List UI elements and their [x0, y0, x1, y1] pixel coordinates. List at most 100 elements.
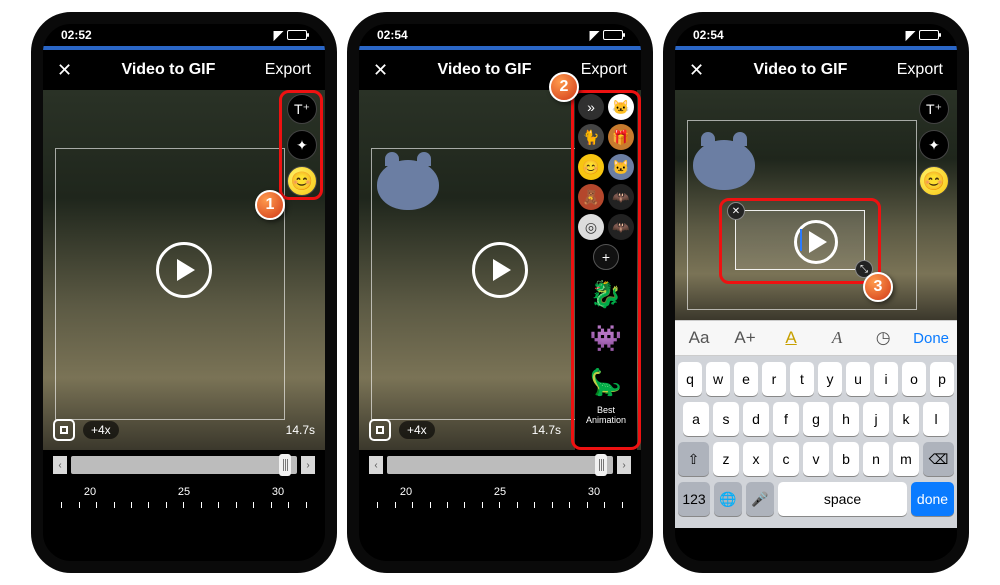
key-t[interactable]: t: [790, 362, 814, 396]
video-canvas[interactable]: T⁺ ✦ 😊 ✕ ⤡ 3: [675, 90, 957, 320]
font-size-button[interactable]: A+: [729, 328, 761, 348]
speed-badge[interactable]: +4x: [399, 421, 435, 439]
play-button[interactable]: [472, 242, 528, 298]
keyboard-row-2: asdfghjkl: [678, 402, 954, 436]
time-ruler[interactable]: 20 25 30: [359, 480, 641, 520]
close-button[interactable]: ✕: [689, 60, 704, 81]
phone-screen-2: 02:54 ◤ ✕ Video to GIF Export » 🐱 🐈: [347, 12, 653, 573]
location-icon: ◤: [590, 28, 599, 42]
key-e[interactable]: e: [734, 362, 758, 396]
key-g[interactable]: g: [803, 402, 829, 436]
key-⌫[interactable]: ⌫: [923, 442, 954, 476]
font-family-button[interactable]: Aa: [683, 328, 715, 348]
page-title: Video to GIF: [121, 61, 215, 79]
key-i[interactable]: i: [874, 362, 898, 396]
battery-icon: [603, 30, 623, 40]
callout-3: 3: [863, 272, 893, 302]
key-c[interactable]: c: [773, 442, 799, 476]
highlight-box: [279, 90, 323, 200]
history-button[interactable]: ◷: [867, 328, 899, 348]
key-n[interactable]: n: [863, 442, 889, 476]
add-emoji-tool[interactable]: 😊: [919, 166, 949, 196]
add-text-tool[interactable]: T⁺: [919, 94, 949, 124]
canvas-bottom-bar: +4x 14.7s: [359, 410, 571, 450]
speed-badge[interactable]: +4x: [83, 421, 119, 439]
key-s[interactable]: s: [713, 402, 739, 436]
add-sticker-tool[interactable]: ✦: [919, 130, 949, 160]
ruler-label: 30: [588, 486, 600, 498]
location-icon: ◤: [274, 28, 283, 42]
page-title: Video to GIF: [753, 61, 847, 79]
duration-label: 14.7s: [286, 423, 315, 437]
time-ruler[interactable]: 20 25 30: [43, 480, 325, 520]
video-canvas[interactable]: » 🐱 🐈 🎁 😊 🐱 🧸 🦇 ◎ 🦇: [359, 90, 641, 450]
text-format-toolbar: Aa A+ A A ◷ Done: [675, 320, 957, 356]
trim-handle[interactable]: [279, 454, 291, 476]
key-r[interactable]: r: [762, 362, 786, 396]
title-bar: ✕ Video to GIF Export: [675, 50, 957, 90]
key-v[interactable]: v: [803, 442, 829, 476]
key-space[interactable]: space: [778, 482, 907, 516]
highlight-box: [719, 198, 881, 284]
key-d[interactable]: d: [743, 402, 769, 436]
key-y[interactable]: y: [818, 362, 842, 396]
key-a[interactable]: a: [683, 402, 709, 436]
key-done[interactable]: done: [911, 482, 954, 516]
close-button[interactable]: ✕: [373, 60, 388, 81]
key-123[interactable]: 123: [678, 482, 710, 516]
key-f[interactable]: f: [773, 402, 799, 436]
export-button[interactable]: Export: [581, 61, 627, 79]
key-o[interactable]: o: [902, 362, 926, 396]
key-q[interactable]: q: [678, 362, 702, 396]
font-style-button[interactable]: A: [821, 328, 853, 348]
trim-bar[interactable]: ‹ ›: [43, 450, 325, 480]
trim-track[interactable]: [387, 456, 613, 474]
key-x[interactable]: x: [743, 442, 769, 476]
key-mic[interactable]: 🎤: [746, 482, 774, 516]
ruler-label: 20: [84, 486, 96, 498]
trim-handle[interactable]: [595, 454, 607, 476]
trim-bar[interactable]: ‹ ›: [359, 450, 641, 480]
key-z[interactable]: z: [713, 442, 739, 476]
key-b[interactable]: b: [833, 442, 859, 476]
phone-screen-1: 02:52 ◤ ✕ Video to GIF Export T⁺ ✦ 😊 1: [31, 12, 337, 573]
status-time: 02:52: [61, 28, 92, 42]
status-bar: 02:54 ◤: [675, 24, 957, 46]
status-bar: 02:52 ◤: [43, 24, 325, 46]
trim-right-arrow[interactable]: ›: [617, 456, 631, 474]
key-j[interactable]: j: [863, 402, 889, 436]
trim-left-arrow[interactable]: ‹: [53, 456, 67, 474]
toolbar-done-button[interactable]: Done: [913, 330, 949, 347]
location-icon: ◤: [906, 28, 915, 42]
key-u[interactable]: u: [846, 362, 870, 396]
close-button[interactable]: ✕: [57, 60, 72, 81]
key-k[interactable]: k: [893, 402, 919, 436]
callout-2: 2: [549, 72, 579, 102]
export-button[interactable]: Export: [265, 61, 311, 79]
export-button[interactable]: Export: [897, 61, 943, 79]
stop-button[interactable]: [53, 419, 75, 441]
key-m[interactable]: m: [893, 442, 919, 476]
trim-right-arrow[interactable]: ›: [301, 456, 315, 474]
stop-button[interactable]: [369, 419, 391, 441]
key-p[interactable]: p: [930, 362, 954, 396]
play-button[interactable]: [156, 242, 212, 298]
key-⇧[interactable]: ⇧: [678, 442, 709, 476]
font-color-button[interactable]: A: [775, 328, 807, 348]
key-globe[interactable]: 🌐: [714, 482, 742, 516]
placed-sticker-cat[interactable]: [693, 140, 755, 190]
ruler-label: 25: [178, 486, 190, 498]
key-l[interactable]: l: [923, 402, 949, 436]
status-bar: 02:54 ◤: [359, 24, 641, 46]
placed-sticker-cat[interactable]: [377, 160, 439, 210]
tool-column: T⁺ ✦ 😊: [919, 94, 949, 196]
status-time: 02:54: [377, 28, 408, 42]
status-time: 02:54: [693, 28, 724, 42]
trim-track[interactable]: [71, 456, 297, 474]
video-canvas[interactable]: T⁺ ✦ 😊 1 +4x 14.7s: [43, 90, 325, 450]
key-h[interactable]: h: [833, 402, 859, 436]
key-w[interactable]: w: [706, 362, 730, 396]
trim-left-arrow[interactable]: ‹: [369, 456, 383, 474]
title-bar: ✕ Video to GIF Export: [43, 50, 325, 90]
ruler-label: 25: [494, 486, 506, 498]
